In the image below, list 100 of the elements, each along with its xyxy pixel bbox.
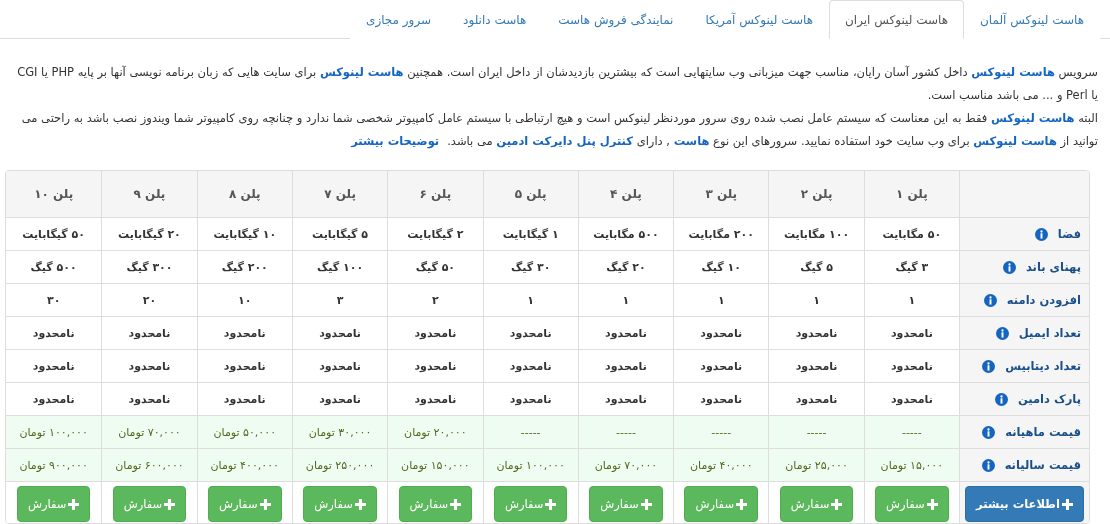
more-details-link[interactable]: توضیحات بیشتر	[351, 134, 440, 148]
price-cell: -----	[673, 416, 769, 450]
table-cell: نامحدود	[768, 350, 864, 384]
table-cell: نامحدود	[196, 350, 292, 384]
order-button[interactable]: سفارش	[875, 486, 949, 523]
price-cell: ۹۰۰,۰۰۰ تومان	[6, 449, 102, 483]
table-cell: ۵ گیگابایت	[291, 218, 388, 252]
table-cell: ۱ گیگابایت	[482, 218, 578, 252]
plus-icon	[354, 498, 366, 510]
table-cell: نامحدود	[482, 383, 578, 417]
order-button[interactable]: سفارش	[208, 486, 282, 523]
table-cell: ۲۰ گیگ	[577, 251, 674, 285]
price-cell: ۷۰,۰۰۰ تومان	[577, 449, 674, 483]
plan-header: پلن ۴	[577, 171, 674, 219]
price-cell: -----	[768, 416, 864, 450]
row-label: فضا	[1057, 227, 1081, 242]
info-icon[interactable]	[995, 326, 1009, 340]
plan-header: پلن ۲	[768, 171, 864, 219]
table-cell: نامحدود	[291, 317, 388, 351]
table-cell: نامحدود	[196, 383, 292, 417]
table-cell: ۱۰ گیگ	[673, 251, 769, 285]
info-icon[interactable]	[981, 458, 995, 472]
intro-paragraph: سرویس هاست لینوکس داخل کشور آسان رایان، مناسب جهت میزبانی وب سایتهایی است که بیشترین بازدیدشان از داخل ایران است. همچنین هاست لینوکس برای سایت هایی که زبان برنامه نویسی آنها بر پایه PHP یا CGI یا Perl و ... می باشد مناسب است.	[17, 65, 1098, 102]
table-cell: نامحدود	[577, 317, 674, 351]
table-cell: ۲۰ گیگابایت	[101, 218, 197, 252]
table-cell: نامحدود	[482, 350, 578, 384]
order-button[interactable]: سفارش	[684, 486, 759, 523]
order-button[interactable]: سفارش	[303, 486, 377, 523]
table-cell: ۱۰۰ مگابایت	[768, 218, 864, 252]
info-icon[interactable]	[994, 392, 1008, 406]
info-icon[interactable]	[982, 425, 996, 439]
price-cell: -----	[863, 416, 959, 450]
table-cell: ۱۰ گیگابایت	[196, 218, 292, 252]
table-cell: نامحدود	[101, 317, 197, 351]
row-label: تعداد ایمیل	[1018, 326, 1081, 341]
price-cell: ۳۰,۰۰۰ تومان	[291, 416, 388, 450]
table-cell: ۱۰۰ گیگ	[291, 251, 388, 285]
row-label: پهنای باند	[1025, 260, 1081, 275]
table-cell: نامحدود	[101, 383, 197, 417]
table-cell: ۳ گیگ	[863, 251, 959, 285]
plus-icon	[545, 498, 557, 510]
plan-header: پلن ۱۰	[6, 171, 102, 219]
table-cell: ۱۰	[196, 284, 292, 318]
price-cell: -----	[577, 416, 674, 450]
table-cell: ۲ گیگابایت	[387, 218, 483, 252]
table-cell: نامحدود	[101, 350, 197, 384]
info-icon[interactable]	[1034, 227, 1048, 241]
tab[interactable]: هاست لینوکس ایران	[829, 0, 965, 39]
price-cell: ۲۵۰,۰۰۰ تومان	[291, 449, 388, 483]
plan-header: پلن ۵	[482, 171, 578, 219]
price-cell: ۲۰,۰۰۰ تومان	[387, 416, 483, 450]
info-icon[interactable]	[982, 359, 996, 373]
table-cell: نامحدود	[291, 383, 388, 417]
table-cell: ۲۰	[101, 284, 197, 318]
plan-header: پلن ۶	[387, 171, 483, 219]
table-cell: نامحدود	[291, 350, 388, 384]
price-cell: ۶۰۰,۰۰۰ تومان	[101, 449, 197, 483]
price-cell: ۴۰۰,۰۰۰ تومان	[196, 449, 292, 483]
row-label: افزودن دامنه	[1006, 293, 1081, 308]
info-icon[interactable]	[983, 293, 997, 307]
table-cell: نامحدود	[863, 350, 959, 384]
row-label: قیمت ماهیانه	[1005, 425, 1081, 440]
more-info-button[interactable]: اطلاعات بیشتر	[965, 486, 1084, 523]
price-cell: ۴۰,۰۰۰ تومان	[673, 449, 769, 483]
table-cell: ۵۰۰ مگابایت	[577, 218, 674, 252]
table-cell: نامحدود	[577, 383, 674, 417]
table-cell: نامحدود	[673, 383, 769, 417]
table-cell: نامحدود	[673, 317, 769, 351]
table-cell: ۱	[673, 284, 769, 318]
price-cell: -----	[482, 416, 578, 450]
table-cell: نامحدود	[196, 317, 292, 351]
order-button[interactable]: سفارش	[493, 486, 568, 523]
intro-paragraph: البته هاست لینوکس فقط به این معناست که سیستم عامل نصب شده روی سرور موردنظر لینوکس است و هیچ ارتباطی با سیستم عامل کامپیوتر شخصی شما ندارد و چنانچه روی کامپیوتر شما ویندوز نصب باشد به راحتی می توانید از هاست لینوکس برای وب سایت خود استفاده نمایید. سرورهای این نوع هاست , دارای کنترل پنل دایرکت ادمین می باشد. توضیحات بیشتر	[21, 111, 1098, 148]
plan-header: پلن ۱	[863, 171, 959, 219]
table-cell: ۱	[768, 284, 864, 318]
plus-icon	[736, 498, 748, 510]
price-cell: ۱۵۰,۰۰۰ تومان	[387, 449, 483, 483]
table-cell: نامحدود	[577, 350, 674, 384]
table-cell: ۲	[387, 284, 483, 318]
plus-icon	[164, 498, 176, 510]
order-button[interactable]: سفارش	[16, 486, 91, 523]
table-cell: ۱	[863, 284, 959, 318]
table-cell: ۵۰ مگابایت	[863, 218, 959, 252]
plan-header: پلن ۸	[196, 171, 292, 219]
table-cell: ۲۰۰ گیگ	[196, 251, 292, 285]
plus-icon	[450, 498, 462, 510]
table-cell: نامحدود	[863, 383, 959, 417]
order-button[interactable]: سفارش	[589, 486, 663, 523]
table-cell: نامحدود	[482, 317, 578, 351]
info-icon[interactable]	[1002, 260, 1016, 274]
price-cell: ۱۵,۰۰۰ تومان	[863, 449, 959, 483]
plus-icon	[831, 498, 843, 510]
plus-icon	[68, 498, 80, 510]
order-button[interactable]: سفارش	[398, 486, 473, 523]
price-cell: ۲۵,۰۰۰ تومان	[768, 449, 864, 483]
order-button[interactable]: سفارش	[779, 486, 854, 523]
order-button[interactable]: سفارش	[112, 486, 187, 523]
table-cell: نامحدود	[673, 350, 769, 384]
plan-header: پلن ۷	[291, 171, 388, 219]
table-cell: ۳۰۰ گیگ	[101, 251, 197, 285]
